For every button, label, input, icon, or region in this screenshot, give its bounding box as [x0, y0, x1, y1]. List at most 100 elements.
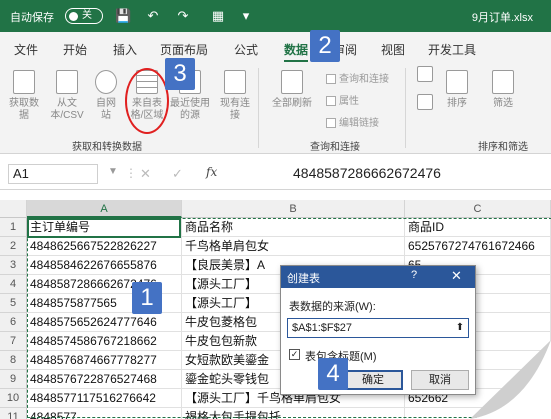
autosave-label: 自动保存 — [10, 12, 54, 24]
cancel-button[interactable]: 取消 — [411, 370, 469, 390]
row-header[interactable]: 8 — [0, 351, 27, 370]
dialog-title: 创建表 — [287, 273, 320, 285]
row-header[interactable]: 10 — [0, 389, 27, 408]
edit-links-item[interactable]: 编辑链接 — [326, 114, 379, 129]
tab-page-layout[interactable]: 页面布局 — [160, 41, 208, 58]
row-header[interactable]: 5 — [0, 294, 27, 313]
form-icon[interactable]: ▦ — [210, 8, 226, 24]
close-icon[interactable]: ✕ — [451, 268, 462, 284]
redo-icon[interactable]: ↷ — [175, 8, 191, 24]
table-cell[interactable]: 褐格大包手提包托 — [182, 408, 405, 419]
table-cell[interactable]: 4848574586767218662 — [27, 332, 182, 351]
cancel-icon[interactable]: ✕ — [140, 166, 151, 182]
from-web-label: 自网站 — [96, 98, 116, 121]
chevron-down-icon[interactable]: ▼ — [108, 166, 118, 177]
filter-button[interactable]: 筛选 — [488, 70, 518, 110]
file-title: 9月订单.xlsx — [471, 12, 533, 24]
step-badge-4: 4 — [318, 358, 348, 390]
recent-sources-label: 最近使用的源 — [170, 98, 210, 121]
table-cell[interactable]: 千鸟格单肩包女 — [182, 237, 405, 256]
name-box[interactable]: A1 — [8, 164, 98, 184]
divider-icon: ⋮ — [125, 166, 137, 180]
queries-connections-label: 查询和连接 — [339, 74, 389, 85]
row-header[interactable]: 2 — [0, 237, 27, 256]
sort-icon — [446, 70, 468, 94]
row-header[interactable]: 6 — [0, 313, 27, 332]
globe-icon — [95, 70, 117, 94]
table-cell[interactable]: 4848577117516276642 — [27, 389, 182, 408]
step-badge-1: 1 — [132, 282, 162, 314]
tab-view[interactable]: 视图 — [381, 41, 405, 58]
group-label-get-transform: 获取和转换数据 — [72, 142, 142, 153]
from-text-csv-label: 从文本/CSV — [50, 98, 84, 121]
row-header[interactable]: 7 — [0, 332, 27, 351]
create-table-dialog: 创建表 ? ✕ 表数据的来源(W): $A$1:$F$27 ⬆ ✓ 表包含标题(… — [280, 265, 476, 395]
get-data-button[interactable]: 获取数据 — [6, 70, 42, 122]
tab-formulas[interactable]: 公式 — [234, 41, 258, 58]
queries-icon — [326, 74, 336, 85]
save-icon[interactable]: 💾 — [115, 8, 131, 24]
table-cell[interactable]: 4848575652624777646 — [27, 313, 182, 332]
table-cell[interactable]: 商品名称 — [182, 218, 405, 237]
existing-connections-label: 现有连接 — [220, 98, 250, 121]
table-cell[interactable]: 4848577 — [27, 408, 182, 419]
tab-home[interactable]: 开始 — [63, 41, 87, 58]
filter-icon — [492, 70, 514, 94]
edit-links-icon — [326, 118, 336, 129]
row-header[interactable]: 11 — [0, 408, 27, 419]
range-input[interactable]: $A$1:$F$27 — [287, 318, 469, 338]
refresh-all-label: 全部刷新 — [272, 98, 312, 109]
headers-checkbox[interactable]: ✓ — [289, 349, 300, 360]
column-header-b[interactable]: B — [182, 200, 405, 218]
ok-button[interactable]: 确定 — [343, 370, 403, 390]
table-cell[interactable]: 4848576722876527468 — [27, 370, 182, 389]
text-file-icon — [56, 70, 78, 94]
refresh-icon — [281, 70, 303, 94]
step-badge-2: 2 — [310, 30, 340, 62]
existing-connections-button[interactable]: 现有连接 — [218, 70, 252, 122]
row-header[interactable]: 3 — [0, 256, 27, 275]
toggle-knob — [69, 12, 78, 21]
table-cell[interactable]: 6525767274761672466 — [405, 237, 551, 256]
group-separator — [258, 68, 259, 148]
sort-za-icon — [417, 94, 433, 110]
queries-connections-item[interactable]: 查询和连接 — [326, 70, 389, 85]
table-cell[interactable]: 4848584622676655876 — [27, 256, 182, 275]
sort-za-button[interactable] — [414, 94, 436, 114]
table-cell[interactable]: 商品ID — [405, 218, 551, 237]
column-header-c[interactable]: C — [405, 200, 551, 218]
sort-button[interactable]: 排序 — [442, 70, 472, 110]
table-cell[interactable]: 4848576874667778277 — [27, 351, 182, 370]
from-web-button[interactable]: 自网站 — [92, 70, 120, 122]
step-badge-3: 3 — [165, 58, 195, 90]
table-cell[interactable]: 4848625667522826227 — [27, 237, 182, 256]
ribbon-tabs: 文件 开始 插入 页面布局 公式 数据 审阅 视图 开发工具 — [0, 32, 551, 62]
tab-developer[interactable]: 开发工具 — [428, 41, 476, 58]
group-separator — [405, 68, 406, 148]
page-curl-decoration — [470, 340, 551, 419]
row-header[interactable]: 9 — [0, 370, 27, 389]
tab-insert[interactable]: 插入 — [113, 41, 137, 58]
table-cell[interactable]: 主订单编号 — [27, 218, 182, 237]
row-header[interactable]: 4 — [0, 275, 27, 294]
filter-label: 筛选 — [493, 98, 513, 109]
properties-label: 属性 — [339, 96, 359, 107]
autosave-toggle[interactable]: 关 — [65, 8, 103, 24]
customize-icon[interactable]: ▾ — [238, 8, 254, 24]
collapse-dialog-icon[interactable]: ⬆ — [453, 320, 467, 336]
ribbon-body: 获取数据 从文本/CSV 自网站 来自表格/区域 最近使用的源 现有连接 获取和… — [0, 62, 551, 154]
insert-function-icon[interactable]: fx — [206, 165, 217, 179]
checkmark-icon[interactable]: ✓ — [172, 166, 183, 182]
row-header[interactable]: 1 — [0, 218, 27, 237]
refresh-all-button[interactable]: 全部刷新 — [270, 70, 314, 110]
help-button[interactable]: ? — [411, 269, 417, 281]
undo-icon[interactable]: ↶ — [145, 8, 161, 24]
tab-file[interactable]: 文件 — [14, 41, 38, 58]
from-text-csv-button[interactable]: 从文本/CSV — [46, 70, 88, 122]
properties-item[interactable]: 属性 — [326, 92, 359, 107]
select-all-corner[interactable] — [0, 200, 27, 218]
tab-data[interactable]: 数据 — [284, 41, 309, 62]
formula-input[interactable]: 4848587286662672476 — [225, 162, 551, 184]
sort-az-button[interactable] — [414, 66, 436, 86]
column-header-a[interactable]: A — [27, 200, 182, 218]
